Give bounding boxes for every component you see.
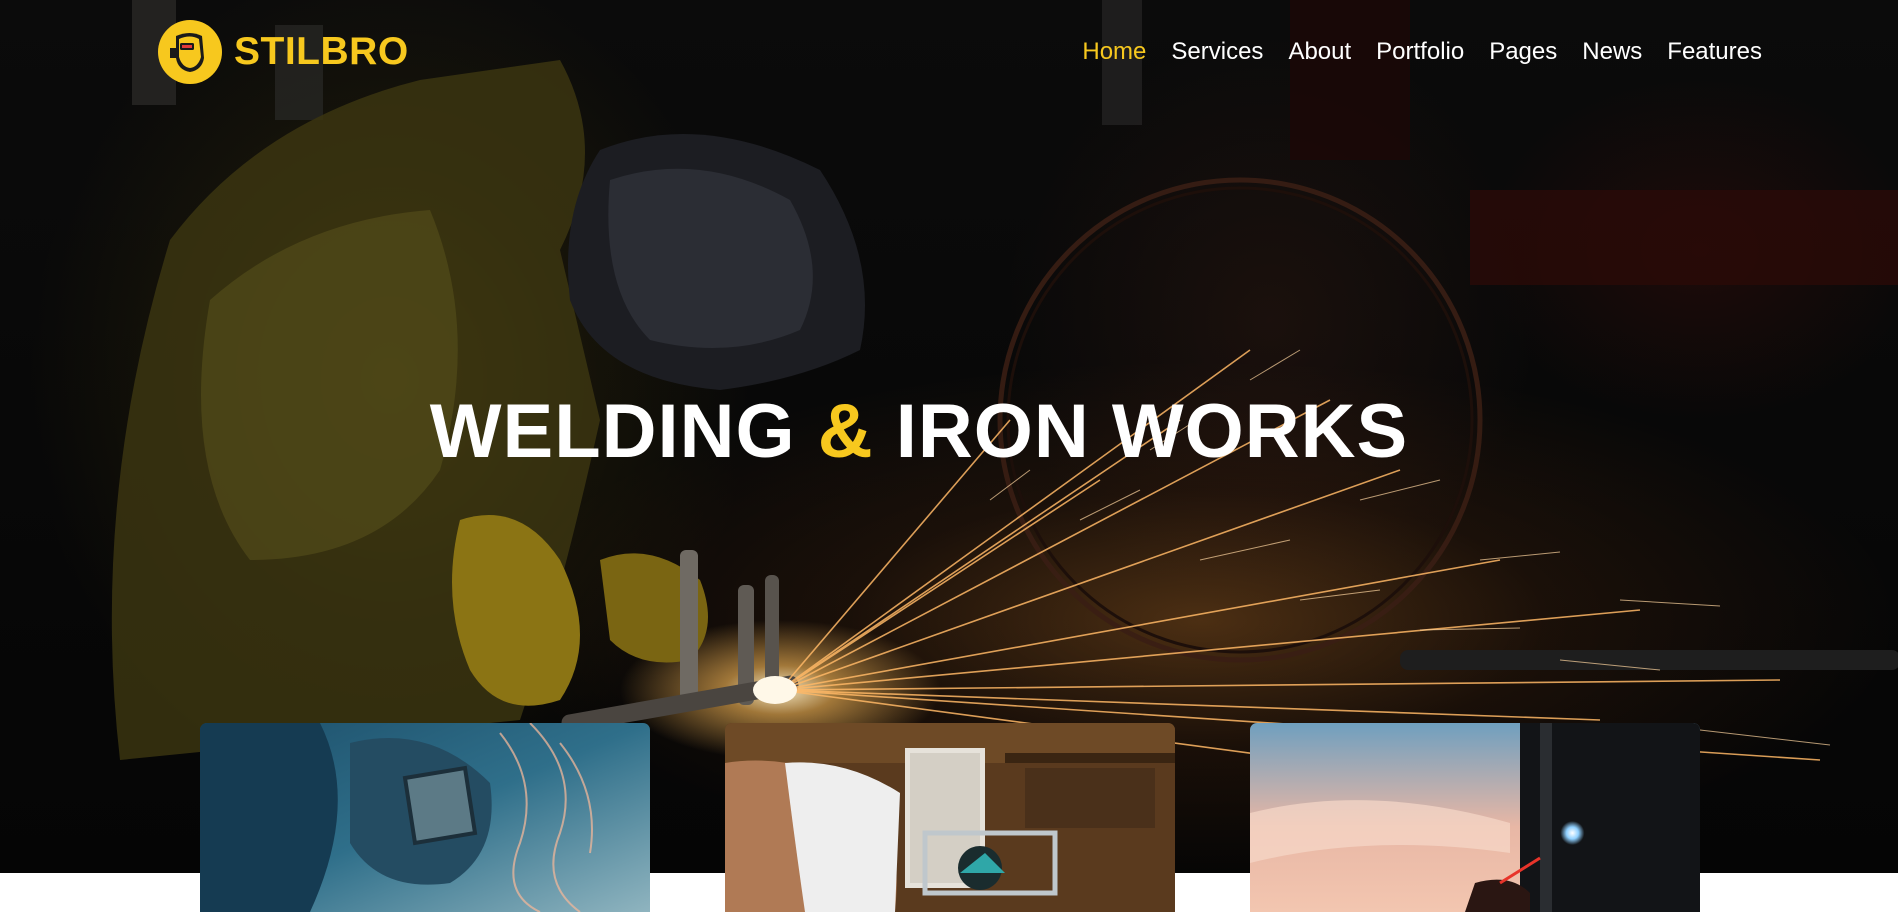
brand-name: STILBRO bbox=[234, 30, 409, 73]
main-nav: Home Services About Portfolio Pages News… bbox=[1082, 38, 1762, 66]
nav-about[interactable]: About bbox=[1288, 38, 1351, 66]
headline-ampersand: & bbox=[817, 389, 874, 474]
site-header: STILBRO Home Services About Portfolio Pa… bbox=[0, 0, 1898, 104]
nav-pages[interactable]: Pages bbox=[1489, 38, 1557, 66]
nav-portfolio[interactable]: Portfolio bbox=[1376, 38, 1464, 66]
service-card-2[interactable] bbox=[725, 723, 1175, 912]
nav-features[interactable]: Features bbox=[1667, 38, 1762, 66]
welder-with-mask-photo bbox=[200, 723, 650, 912]
headline-part-welding: WELDING bbox=[429, 389, 796, 474]
service-card-1[interactable] bbox=[200, 723, 650, 912]
headline-part-iron-works: IRON WORKS bbox=[895, 389, 1409, 474]
metalworker-in-workshop-photo bbox=[725, 723, 1175, 912]
nav-home[interactable]: Home bbox=[1082, 38, 1146, 66]
welding-mask-icon bbox=[158, 20, 222, 84]
service-card-3[interactable] bbox=[1250, 723, 1700, 912]
hero-headline: WELDING & IRON WORKS bbox=[0, 388, 1838, 475]
nav-services[interactable]: Services bbox=[1171, 38, 1263, 66]
nav-news[interactable]: News bbox=[1582, 38, 1642, 66]
welding-sparks-at-sunset-photo bbox=[1250, 723, 1700, 912]
brand-logo[interactable]: STILBRO bbox=[156, 18, 409, 86]
